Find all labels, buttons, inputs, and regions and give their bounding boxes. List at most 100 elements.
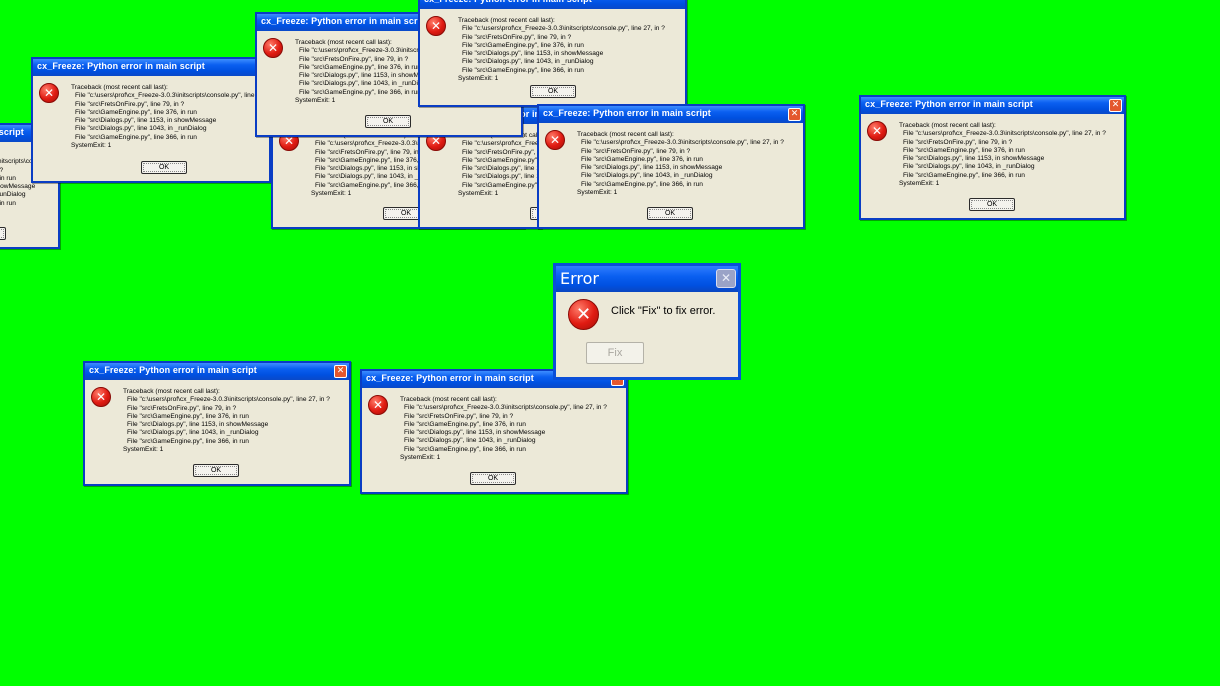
title-bar[interactable]: cx_Freeze: Python error in main script ✕ (85, 363, 349, 380)
close-icon[interactable]: ✕ (334, 365, 347, 378)
traceback-line: Traceback (most recent call last): (458, 17, 555, 24)
window-title: cx_Freeze: Python error in main script (543, 108, 711, 118)
traceback-text: Traceback (most recent call last): File "… (123, 388, 330, 454)
traceback-line: File "src\Dialogs.py", line 1043, in _ru… (0, 191, 26, 199)
traceback-line: File "src\GameEngine.py", line 376, in r… (581, 155, 703, 163)
traceback-line: File "c:\users\prof\cx_Freeze-3.0.3\init… (581, 139, 784, 147)
traceback-line: SystemExit: 1 (400, 454, 441, 462)
traceback-line: Traceback (most recent call last): (123, 388, 220, 395)
traceback-line: File "src\Dialogs.py", line 1043, in _ru… (581, 172, 713, 180)
error-icon: ✕ (39, 83, 59, 103)
window-title: cx_Freeze: Python error in main script (89, 365, 257, 375)
window-title: cx_Freeze: Python error in main script (0, 127, 24, 137)
traceback-line: SystemExit: 1 (577, 189, 618, 197)
ok-button[interactable]: OK (969, 198, 1015, 211)
fix-button[interactable]: Fix (586, 342, 644, 364)
traceback-line: File "c:\users\prof\cx_Freeze-3.0.3\init… (462, 140, 540, 148)
ok-button[interactable]: OK (365, 115, 411, 128)
traceback-line: File "src\GameEngine.py", line 376, in r… (127, 412, 249, 420)
traceback-line: File "src\FretsOnFire.py", line 79, in ? (462, 33, 572, 41)
traceback-line: File "src\Dialogs.py", line 1043, in _ru… (462, 58, 594, 66)
ok-button[interactable]: OK (647, 207, 693, 220)
ok-button[interactable]: OK (193, 464, 239, 477)
error-icon: ✕ (426, 16, 446, 36)
traceback-line: SystemExit: 1 (899, 180, 940, 188)
error-window-left: cx_Freeze: Python error in main script ✕ T… (31, 57, 271, 183)
traceback-line: File "src\GameEngine.py", line 376, in r… (903, 146, 1025, 154)
green-desktop: cx_Freeze: Python error in main script✕✕… (0, 0, 1220, 686)
error-icon: ✕ (568, 299, 599, 330)
error-window-center-right: cx_Freeze: Python error in main script ✕ ✕… (537, 104, 805, 229)
traceback-line: File "src\GameEngine.py", line 366, in r… (127, 437, 249, 445)
traceback-line: File "src\GameEngine.py", line 366, in r… (404, 445, 526, 453)
error-icon: ✕ (867, 121, 887, 141)
error-icon: ✕ (91, 387, 111, 407)
traceback-line: File "src\Dialogs.py", line 1153, in sho… (127, 421, 269, 429)
error-window-right: cx_Freeze: Python error in main script ✕ ✕… (859, 95, 1126, 220)
traceback-line: File "src\GameEngine.py", line 366, in r… (75, 133, 197, 141)
traceback-line: File "src\FretsOnFire.py", line 79, in ? (404, 412, 514, 420)
close-icon[interactable]: ✕ (788, 108, 801, 121)
error-window-bottom-center: cx_Freeze: Python error in main script✕✕… (360, 369, 628, 494)
traceback-line: File "c:\users\prof\cx_Freeze-3.0.3\init… (903, 130, 1106, 138)
traceback-line: File "src\FretsOnFire.py", line 79, in ? (127, 404, 237, 412)
traceback-line: File "src\Dialogs.py", line 1043, in _ru… (404, 437, 536, 445)
traceback-line: File "src\GameEngine.py", line 376, in r… (404, 420, 526, 428)
traceback-line: File "c:\users\prof\cx_Freeze-3.0.3\init… (75, 92, 271, 100)
title-bar[interactable]: cx_Freeze: Python error in main script ✕ (539, 106, 803, 123)
error-dialog-title: Error (560, 269, 599, 288)
traceback-line: File "src\GameEngine.py", line 376, in r… (462, 41, 584, 49)
window-title: cx_Freeze: Python error in main script (37, 61, 205, 71)
window-title: cx_Freeze: Python error in main script (366, 373, 534, 383)
traceback-line: File "src\Dialogs.py", line 1153, in sho… (462, 165, 540, 173)
traceback-line: File "src\Dialogs.py", line 1153, in sho… (75, 117, 217, 125)
traceback-line: File "src\Dialogs.py", line 1153, in sho… (581, 164, 723, 172)
traceback-text: Traceback (most recent call last):File "… (899, 122, 1106, 188)
traceback-line: File "c:\users\prof\cx_Freeze-3.0.3\init… (404, 404, 607, 412)
window-title: cx_Freeze: Python error in main script (261, 16, 429, 26)
traceback-line: SystemExit: 1 (458, 190, 499, 198)
traceback-text: Traceback (most recent call last):File "… (400, 396, 607, 462)
traceback-line: File "src\FretsOnFire.py", line 79, in ? (903, 138, 1013, 146)
traceback-line: File "src\Dialogs.py", line 1043, in _ru… (903, 163, 1035, 171)
traceback-line: File "src\GameEngine.py", line 366, in r… (462, 181, 540, 189)
traceback-line: File "src\FretsOnFire.py", line 79, in ? (75, 100, 185, 108)
traceback-line: File "src\Dialogs.py", line 1043, in _ru… (127, 429, 259, 437)
ok-button[interactable]: OK (470, 472, 516, 485)
traceback-line: File "src\Dialogs.py", line 1153, in sho… (404, 429, 546, 437)
ok-button[interactable]: OK (0, 227, 6, 240)
traceback-line: Traceback (most recent call last): (899, 122, 996, 129)
error-icon: ✕ (368, 395, 388, 415)
traceback-text: Traceback (most recent call last):File "… (458, 132, 540, 198)
title-bar[interactable]: cx_Freeze: Python error in main script (33, 59, 269, 76)
title-bar[interactable]: cx_Freeze: Python error in main script ✕ (861, 97, 1124, 114)
error-icon: ✕ (263, 38, 283, 58)
window-title: cx_Freeze: Python error in main script (865, 99, 1033, 109)
ok-button[interactable]: OK (530, 85, 576, 98)
ok-button[interactable]: OK (141, 161, 187, 174)
close-icon[interactable]: ✕ (716, 269, 736, 288)
traceback-line: File "src\Dialogs.py", line 1043, in _ru… (462, 173, 540, 181)
error-title-bar[interactable]: Error ✕ (556, 266, 738, 292)
traceback-line: File "src\Dialogs.py", line 1043, in _ru… (75, 125, 207, 133)
traceback-line: Traceback (most recent call last): (400, 396, 497, 403)
error-icon: ✕ (545, 130, 565, 150)
traceback-line: File "src\GameEngine.py", line 366, in r… (462, 66, 584, 74)
traceback-line: File "src\Dialogs.py", line 1153, in sho… (462, 50, 604, 58)
error-message: Click "Fix" to fix error. (611, 305, 716, 317)
traceback-line: File "src\FretsOnFire.py", line 79, in ? (581, 147, 691, 155)
close-icon[interactable]: ✕ (1109, 99, 1122, 112)
traceback-line: File "src\Dialogs.py", line 1153, in sho… (0, 183, 36, 191)
traceback-text: Traceback (most recent call last):File "… (458, 17, 665, 83)
traceback-text: Traceback (most recent call last):File "… (71, 84, 271, 150)
traceback-line: Traceback (most recent call last): (577, 131, 674, 138)
traceback-line: File "src\FretsOnFire.py", line 79, in ? (462, 148, 540, 156)
traceback-line: SystemExit: 1 (458, 75, 499, 83)
title-bar[interactable]: cx_Freeze: Python error in main script (420, 0, 685, 9)
traceback-line: Traceback (most recent call last): (71, 84, 168, 91)
error-window-top: cx_Freeze: Python error in main script ✕ T… (418, 0, 687, 107)
traceback-line: File "src\GameEngine.py", line 376, in r… (462, 156, 540, 164)
traceback-line: SystemExit: 1 (123, 446, 164, 454)
traceback-line: File "c:\users\prof\cx_Freeze-3.0.3\init… (462, 25, 665, 33)
traceback-line: File "src\GameEngine.py", line 376, in r… (75, 108, 197, 116)
